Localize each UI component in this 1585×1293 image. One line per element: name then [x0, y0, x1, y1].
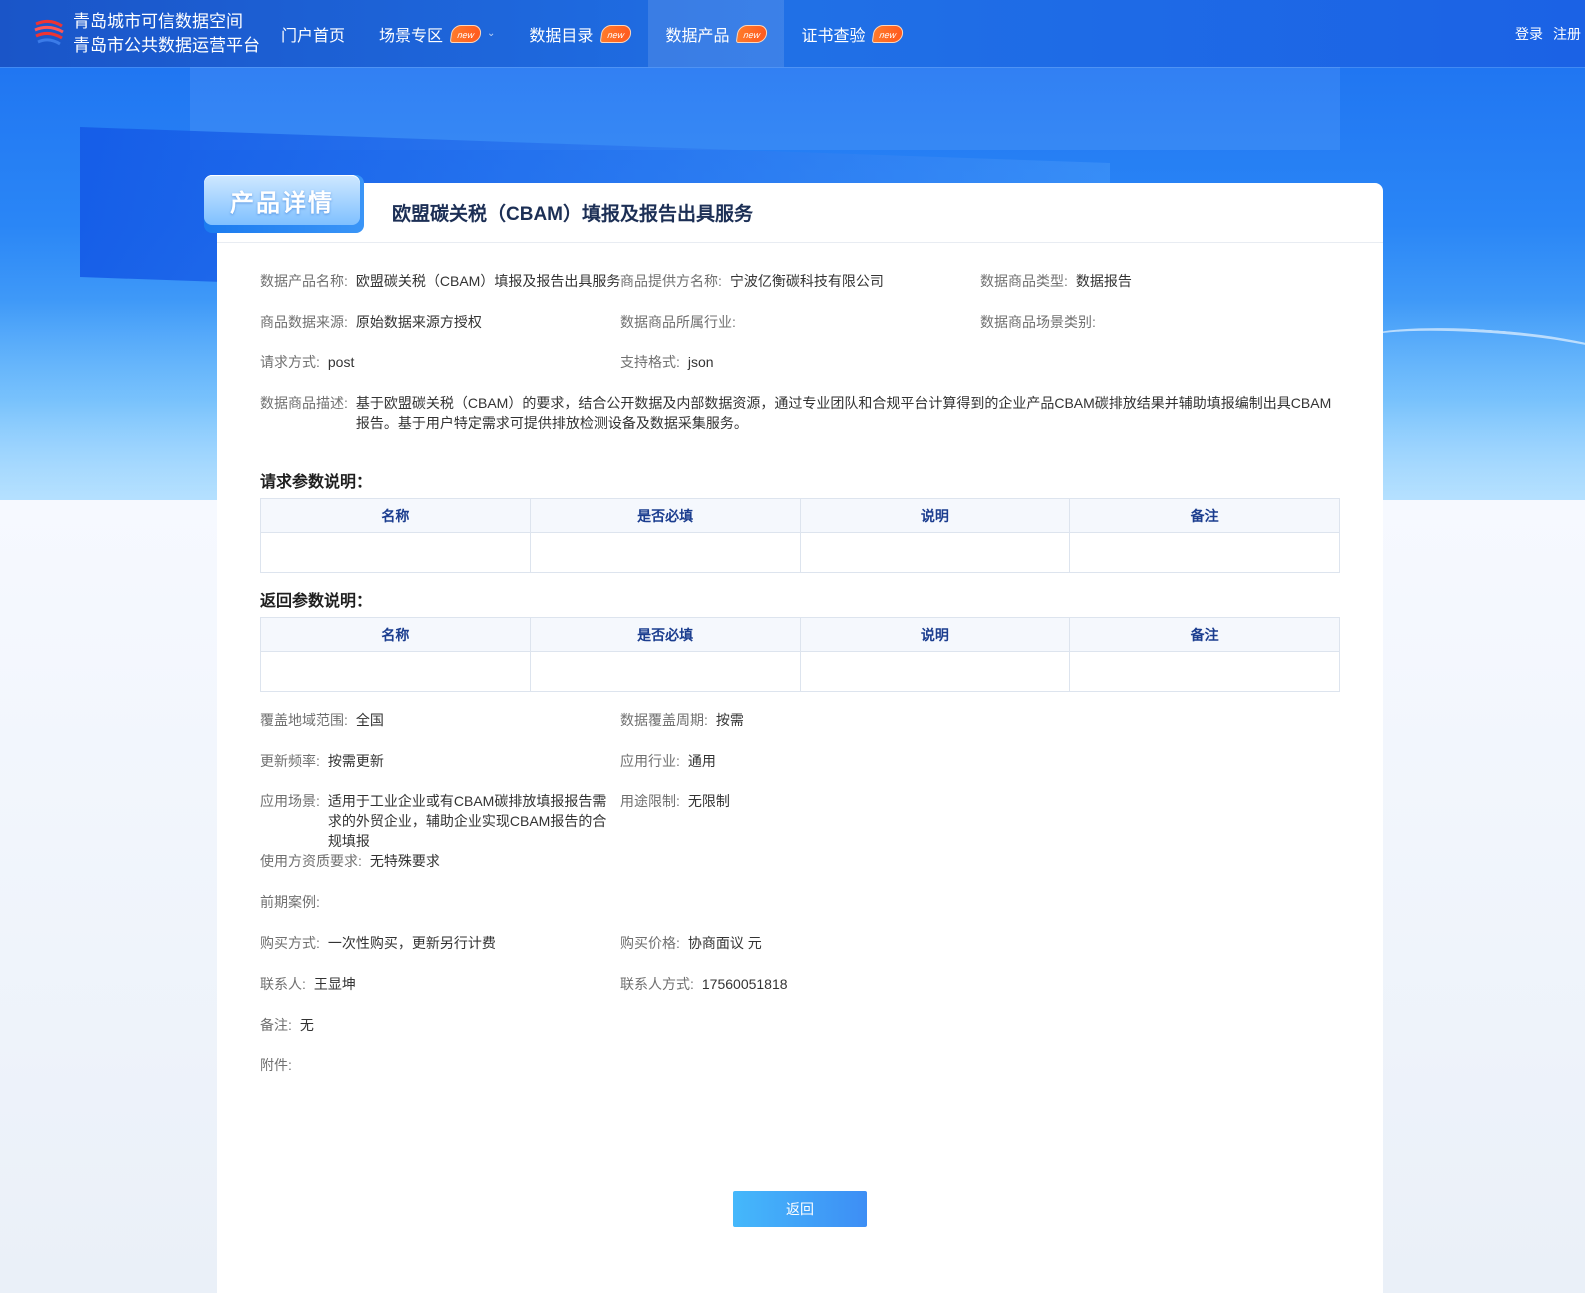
auth-links: 登录 注册 — [1515, 24, 1581, 44]
product-detail-tab: 产品详情 — [204, 175, 364, 233]
title-divider — [217, 242, 1383, 243]
product-detail-tab-label: 产品详情 — [204, 175, 360, 225]
field-app-industry: 应用行业: 通用 — [620, 753, 716, 769]
field-purchase-method: 购买方式: 一次性购买，更新另行计费 — [260, 935, 496, 951]
new-badge-icon: new — [600, 24, 633, 43]
field-attachment: 附件: — [260, 1057, 292, 1073]
product-detail-card — [217, 183, 1383, 1293]
table-row — [260, 532, 1340, 573]
field-description: 数据商品描述: 基于欧盟碳关税（CBAM）的要求，结合公开数据及内部数据资源，通… — [260, 395, 1332, 431]
request-params-title: 请求参数说明： — [260, 474, 373, 491]
field-update-freq: 更新频率: 按需更新 — [260, 753, 384, 769]
field-product-name: 数据产品名称: 欧盟碳关税（CBAM）填报及报告出具服务 — [260, 273, 621, 289]
field-source: 商品数据来源: 原始数据来源方授权 — [260, 314, 482, 330]
field-usage-limit: 用途限制: 无限制 — [620, 793, 730, 809]
product-title: 欧盟碳关税（CBAM）填报及报告出具服务 — [392, 204, 753, 225]
brand-logo-icon — [34, 19, 64, 46]
response-params-title: 返回参数说明： — [260, 593, 373, 610]
field-app-scene: 应用场景: 适用于工业企业或有CBAM碳排放填报报告需求的外贸企业，辅助企业实现… — [260, 793, 607, 849]
col-remark: 备注 — [1069, 498, 1340, 533]
nav-scenes[interactable]: 场景专区 new ⌄ — [362, 0, 512, 67]
top-navigation-bar: 青岛城市可信数据空间 青岛市公共数据运营平台 门户首页 场景专区 new ⌄ 数… — [0, 0, 1585, 67]
new-badge-icon: new — [736, 24, 769, 43]
brand-line-1: 青岛城市可信数据空间 — [73, 12, 243, 31]
field-coverage-area: 覆盖地域范围: 全国 — [260, 712, 384, 728]
nav-data-products[interactable]: 数据产品 new — [648, 0, 785, 67]
col-name: 名称 — [260, 617, 531, 652]
col-description: 说明 — [799, 498, 1071, 533]
response-params-table: 名称 是否必填 说明 备注 — [260, 617, 1340, 692]
back-button[interactable]: 返回 — [733, 1191, 867, 1227]
col-description: 说明 — [799, 617, 1071, 652]
field-format: 支持格式: json — [620, 354, 714, 370]
register-link[interactable]: 注册 — [1553, 24, 1581, 44]
col-required: 是否必填 — [529, 498, 801, 533]
field-contact-phone: 联系人方式: 17560051818 — [620, 976, 788, 992]
field-coverage-period: 数据覆盖周期: 按需 — [620, 712, 744, 728]
main-nav: 门户首页 场景专区 new ⌄ 数据目录 new 数据产品 new 证书查验 n… — [264, 0, 920, 67]
field-qualification: 使用方资质要求: 无特殊要求 — [260, 853, 440, 869]
table-row — [260, 651, 1340, 692]
brand-title[interactable]: 青岛城市可信数据空间 青岛市公共数据运营平台 — [73, 10, 260, 58]
field-request-method: 请求方式: post — [260, 354, 355, 370]
nav-data-catalog[interactable]: 数据目录 new — [512, 0, 648, 67]
col-remark: 备注 — [1069, 617, 1340, 652]
chevron-down-icon: ⌄ — [487, 28, 496, 39]
field-contact: 联系人: 王显坤 — [260, 976, 356, 992]
request-params-table: 名称 是否必填 说明 备注 — [260, 498, 1340, 573]
field-provider: 商品提供方名称: 宁波亿衡碳科技有限公司 — [620, 273, 884, 289]
field-scene-category: 数据商品场景类别: — [980, 314, 1096, 330]
brand-line-2: 青岛市公共数据运营平台 — [73, 36, 260, 55]
field-industry: 数据商品所属行业: — [620, 314, 736, 330]
field-type: 数据商品类型: 数据报告 — [980, 273, 1132, 289]
new-badge-icon: new — [872, 24, 905, 43]
col-name: 名称 — [260, 498, 531, 533]
nav-certificate-check[interactable]: 证书查验 new — [784, 0, 920, 67]
field-remark: 备注: 无 — [260, 1017, 314, 1033]
nav-home[interactable]: 门户首页 — [264, 0, 362, 67]
field-price: 购买价格: 协商面议 元 — [620, 935, 762, 951]
field-cases: 前期案例: — [260, 894, 320, 910]
new-badge-icon: new — [449, 24, 483, 43]
login-link[interactable]: 登录 — [1515, 24, 1543, 44]
col-required: 是否必填 — [529, 617, 801, 652]
